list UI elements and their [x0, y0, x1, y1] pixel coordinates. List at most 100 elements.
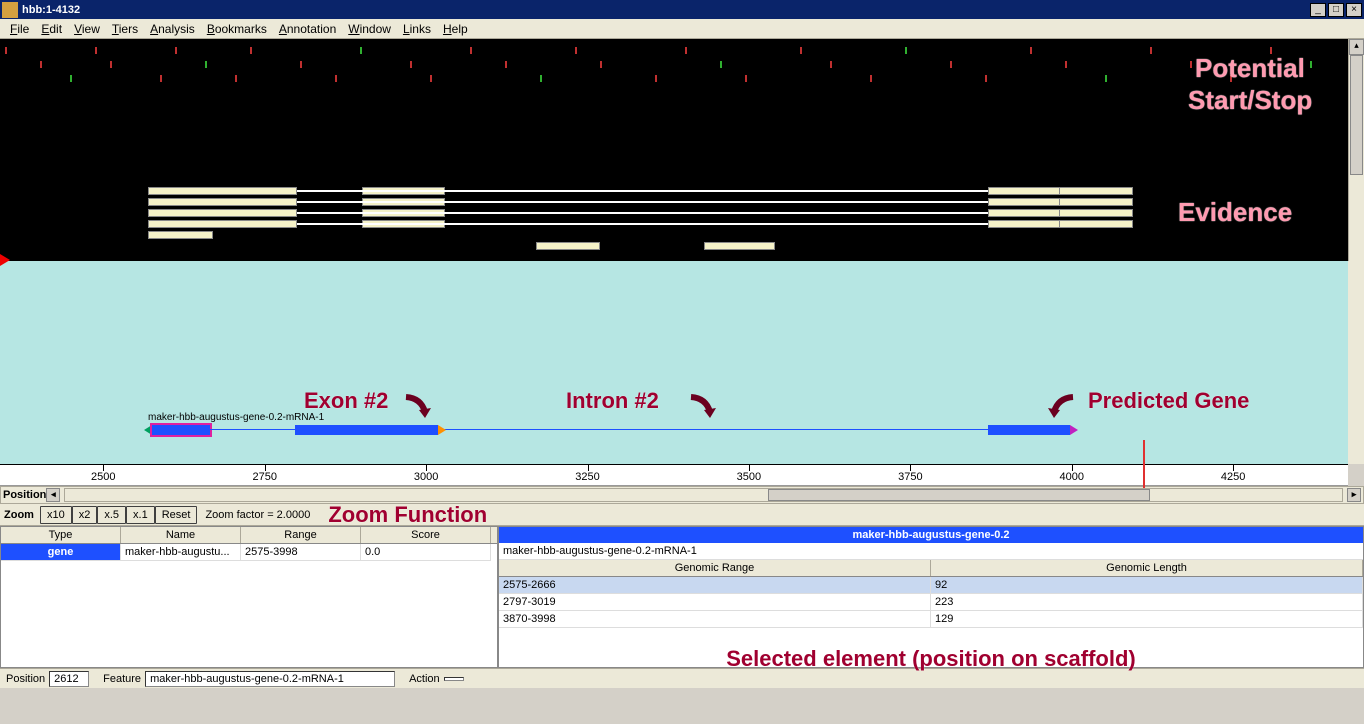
menu-tiers[interactable]: Tiers: [106, 20, 144, 38]
evidence-row[interactable]: [0, 187, 1348, 198]
evidence-row[interactable]: [0, 220, 1348, 231]
col-range[interactable]: Range: [241, 527, 361, 543]
ruler-label: 2750: [252, 471, 276, 483]
col-genomic-range[interactable]: Genomic Range: [499, 560, 931, 576]
col-name[interactable]: Name: [121, 527, 241, 543]
evidence-block[interactable]: [1059, 220, 1133, 228]
cell-score: 0.0: [361, 544, 491, 561]
menu-file[interactable]: File: [4, 20, 35, 38]
java-icon: [2, 2, 18, 18]
col-genomic-length[interactable]: Genomic Length: [931, 560, 1363, 576]
table-row[interactable]: 3870-3998129: [499, 611, 1363, 628]
codon-tick: [70, 75, 72, 82]
cell: 3870-3998: [499, 611, 931, 628]
annotation-zoom-function: Zoom Function: [328, 502, 487, 528]
status-bar: Position 2612 Feature maker-hbb-augustus…: [0, 668, 1364, 688]
evidence-block[interactable]: [1059, 198, 1133, 206]
ruler-label: 4250: [1221, 471, 1245, 483]
evidence-block[interactable]: [148, 187, 296, 195]
scroll-up-button[interactable]: ▴: [1349, 39, 1364, 55]
maximize-button[interactable]: □: [1328, 3, 1344, 17]
codon-tick: [1150, 47, 1152, 54]
evidence-block[interactable]: [536, 242, 601, 250]
exon[interactable]: [295, 425, 438, 435]
menu-window[interactable]: Window: [342, 20, 397, 38]
gene-model-label: maker-hbb-augustus-gene-0.2-mRNA-1: [148, 412, 324, 423]
arrow-icon: [1046, 394, 1076, 418]
close-button[interactable]: ×: [1346, 3, 1362, 17]
menu-annotation[interactable]: Annotation: [273, 20, 342, 38]
minimize-button[interactable]: _: [1310, 3, 1326, 17]
evidence-block[interactable]: [148, 198, 296, 206]
codon-tick: [1065, 61, 1067, 68]
ruler-label: 4000: [1059, 471, 1083, 483]
menu-help[interactable]: Help: [437, 20, 474, 38]
evidence-block[interactable]: [148, 220, 296, 228]
ruler-label: 3500: [737, 471, 761, 483]
codon-tick: [720, 61, 722, 68]
start-triangle-icon: [144, 425, 152, 435]
zoom-x10-button[interactable]: x10: [40, 506, 72, 524]
codon-tick: [870, 75, 872, 82]
exon[interactable]: [152, 425, 211, 435]
position-slider[interactable]: [64, 488, 1343, 502]
position-thumb[interactable]: [768, 489, 1151, 501]
zoom-Reset-button[interactable]: Reset: [155, 506, 198, 524]
intron[interactable]: [210, 429, 295, 430]
evidence-row[interactable]: [0, 198, 1348, 209]
menu-edit[interactable]: Edit: [35, 20, 68, 38]
evidence-block[interactable]: [988, 220, 1069, 228]
codon-tick: [1105, 75, 1107, 82]
cell-range: 2575-3998: [241, 544, 361, 561]
evidence-row[interactable]: [0, 209, 1348, 220]
menu-view[interactable]: View: [68, 20, 106, 38]
evidence-block[interactable]: [148, 209, 296, 217]
evidence-block[interactable]: [988, 187, 1069, 195]
evidence-block[interactable]: [1059, 187, 1133, 195]
codon-tick: [905, 47, 907, 54]
codon-tick: [430, 75, 432, 82]
menu-analysis[interactable]: Analysis: [144, 20, 201, 38]
zoom-bar: Zoom x10x2x.5x.1Reset Zoom factor = 2.00…: [0, 504, 1364, 526]
codon-tick: [110, 61, 112, 68]
scroll-thumb[interactable]: [1350, 55, 1363, 175]
codon-tick: [1190, 61, 1192, 68]
strand-indicator-icon: [0, 254, 10, 266]
menu-bookmarks[interactable]: Bookmarks: [201, 20, 273, 38]
codon-tick: [360, 47, 362, 54]
scroll-left-button[interactable]: ◂: [46, 488, 60, 502]
titlebar: hbb:1-4132 _ □ ×: [0, 0, 1364, 19]
scroll-right-button[interactable]: ▸: [1347, 488, 1361, 502]
evidence-block[interactable]: [988, 209, 1069, 217]
evidence-block[interactable]: [1059, 209, 1133, 217]
codon-tick: [410, 61, 412, 68]
col-score[interactable]: Score: [361, 527, 491, 543]
menu-links[interactable]: Links: [397, 20, 437, 38]
cell: 2797-3019: [499, 594, 931, 611]
gene-model[interactable]: maker-hbb-augustus-gene-0.2-mRNA-1: [0, 423, 1348, 437]
evidence-block[interactable]: [988, 198, 1069, 206]
evidence-row[interactable]: [0, 231, 1348, 242]
codon-tick: [205, 61, 207, 68]
exon[interactable]: [988, 425, 1071, 435]
codon-tick: [745, 75, 747, 82]
codon-tick: [830, 61, 832, 68]
status-action-value: [444, 677, 464, 681]
evidence-block[interactable]: [148, 231, 213, 239]
table-row[interactable]: genemaker-hbb-augustu...2575-39980.0: [1, 544, 497, 561]
gene-title: maker-hbb-augustus-gene-0.2: [499, 527, 1363, 543]
zoom-x-5-button[interactable]: x.5: [97, 506, 126, 524]
status-feature-label: Feature: [103, 673, 141, 685]
codon-tick: [250, 47, 252, 54]
zoom-x2-button[interactable]: x2: [72, 506, 98, 524]
col-type[interactable]: Type: [1, 527, 121, 543]
cell: 92: [931, 577, 1363, 594]
zoom-x-1-button[interactable]: x.1: [126, 506, 155, 524]
end-triangle-icon: [1070, 425, 1078, 435]
table-row[interactable]: 2797-3019223: [499, 594, 1363, 611]
evidence-block[interactable]: [704, 242, 775, 250]
feature-table: TypeNameRangeScore genemaker-hbb-augustu…: [1, 527, 499, 667]
cell: 2575-2666: [499, 577, 931, 594]
intron[interactable]: [438, 429, 987, 430]
table-row[interactable]: 2575-266692: [499, 577, 1363, 594]
